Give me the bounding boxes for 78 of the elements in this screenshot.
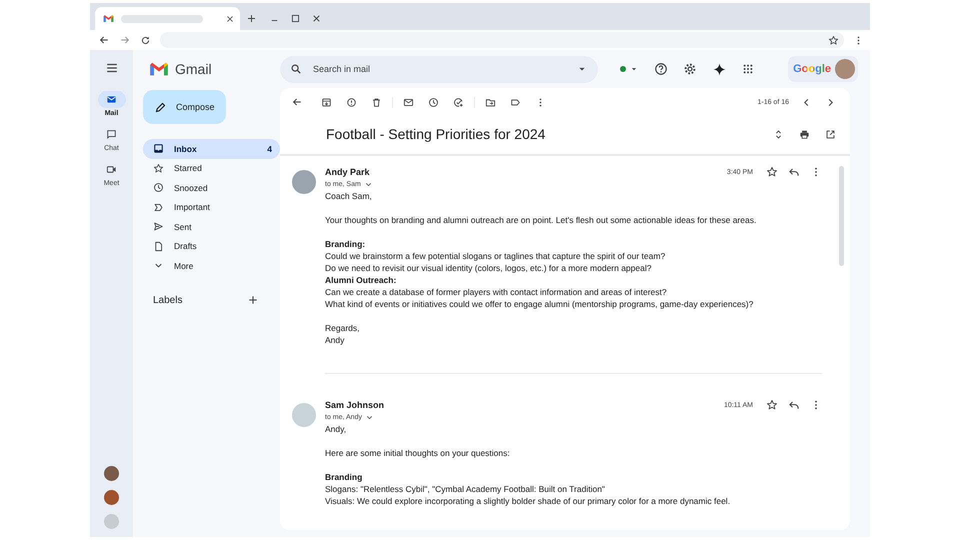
reload-icon[interactable] — [140, 34, 151, 46]
nav-item[interactable]: Snoozed — [143, 178, 265, 198]
star-icon[interactable] — [766, 399, 778, 411]
nav-item[interactable]: More — [143, 256, 265, 276]
close-icon[interactable] — [311, 13, 322, 24]
inbox-icon — [153, 143, 164, 154]
settings-icon[interactable] — [683, 62, 697, 76]
new-tab-icon[interactable] — [246, 13, 257, 24]
close-tab-icon[interactable] — [225, 14, 235, 24]
forward-icon[interactable] — [119, 34, 131, 46]
email-text: Slogans: "Relentless Cybil", "Cymbal Academy Football: Built on Tradition" — [325, 483, 606, 495]
send-icon — [153, 221, 164, 232]
gmail-logo-icon — [103, 13, 114, 24]
status-button[interactable] — [620, 64, 639, 74]
back-icon[interactable] — [98, 34, 110, 46]
label-icon[interactable] — [510, 96, 521, 108]
document-icon — [153, 240, 164, 252]
sparkle-icon[interactable] — [712, 62, 727, 76]
chat-bubble-icon — [106, 129, 117, 140]
trash-icon[interactable] — [371, 96, 382, 108]
expand-collapse-icon[interactable] — [773, 128, 784, 140]
add-task-icon[interactable] — [453, 96, 464, 108]
nav-item[interactable]: Drafts — [143, 236, 265, 256]
envelope-icon — [106, 94, 117, 105]
video-camera-icon — [106, 164, 117, 175]
email-subject: Football - Setting Priorities for 2024 — [326, 126, 546, 142]
envelope-icon[interactable] — [403, 96, 414, 108]
nav-item[interactable]: Important — [143, 198, 265, 217]
clock-icon — [153, 182, 164, 194]
add-label-icon[interactable] — [247, 294, 259, 306]
email-text: Coach Sam, — [325, 190, 373, 202]
app-name: Gmail — [175, 61, 212, 77]
apps-grid-icon[interactable] — [742, 63, 754, 75]
label-arrow-icon — [153, 202, 164, 213]
nav-item[interactable]: Sent — [143, 217, 265, 236]
compose-button[interactable]: Compose — [143, 90, 226, 124]
reply-icon[interactable] — [788, 399, 800, 411]
bookmark-star-icon[interactable] — [828, 34, 839, 46]
avatar — [835, 59, 855, 79]
email-text: Do we need to revisit our visual identity (colors, logos, etc.) for a more modern appeal? — [325, 262, 652, 274]
reply-icon[interactable] — [788, 166, 800, 178]
email-text: Regards, — [325, 322, 360, 334]
search-input[interactable]: Search in mail — [311, 63, 567, 75]
email-heading: Branding: — [325, 238, 366, 250]
labels-heading: Labels — [152, 294, 182, 306]
scrollbar[interactable] — [839, 166, 844, 266]
email-heading: Branding — [325, 471, 364, 483]
search-bar[interactable]: Search in mail — [280, 56, 598, 82]
email-text: Your thoughts on branding and alumni outreach are on point. Let's flesh out some actionable ideas for these areas. — [325, 214, 758, 226]
avatar[interactable] — [104, 466, 119, 481]
email-text: Andy — [325, 334, 346, 346]
email-text: Here are some initial thoughts on your questions: — [325, 447, 511, 459]
email-text: Andy, — [325, 423, 348, 435]
sender-name: Andy Park — [325, 167, 371, 177]
sender-name: Sam Johnson — [325, 400, 384, 410]
email-text: Could we brainstorm a few potential slogans or taglines that capture the spirit of our team? — [325, 250, 666, 262]
avatar[interactable] — [104, 490, 119, 505]
star-icon[interactable] — [766, 166, 778, 178]
print-icon[interactable] — [799, 128, 810, 140]
email-heading: Alumni Outreach: — [325, 274, 398, 286]
pencil-icon — [154, 100, 167, 114]
menu-icon[interactable] — [104, 61, 118, 75]
report-icon[interactable] — [346, 96, 357, 108]
email-text: Can we create a database of former players with contact information and areas of interest? — [325, 286, 668, 298]
nav-item[interactable]: Inbox 4 — [143, 139, 280, 158]
star-icon — [153, 162, 164, 174]
archive-icon[interactable] — [321, 96, 332, 108]
open-in-new-window-icon[interactable] — [825, 128, 836, 140]
help-icon[interactable] — [654, 62, 668, 76]
back-icon[interactable] — [291, 96, 303, 108]
clock-icon[interactable] — [428, 96, 439, 108]
search-icon[interactable] — [290, 63, 302, 75]
email-text: What kind of events or initiatives could we offer to engage alumni (mentorship programs, game-day experiences)? — [325, 298, 754, 310]
move-to-folder-icon[interactable] — [485, 96, 496, 108]
email-text: Visuals: We could explore incorporating a slightly bolder shade of our primary color for a more dynamic feel. — [325, 495, 732, 507]
nav-item[interactable]: Starred — [143, 158, 265, 178]
account-button[interactable]: Google — [788, 56, 858, 82]
maximize-icon[interactable] — [290, 13, 301, 24]
